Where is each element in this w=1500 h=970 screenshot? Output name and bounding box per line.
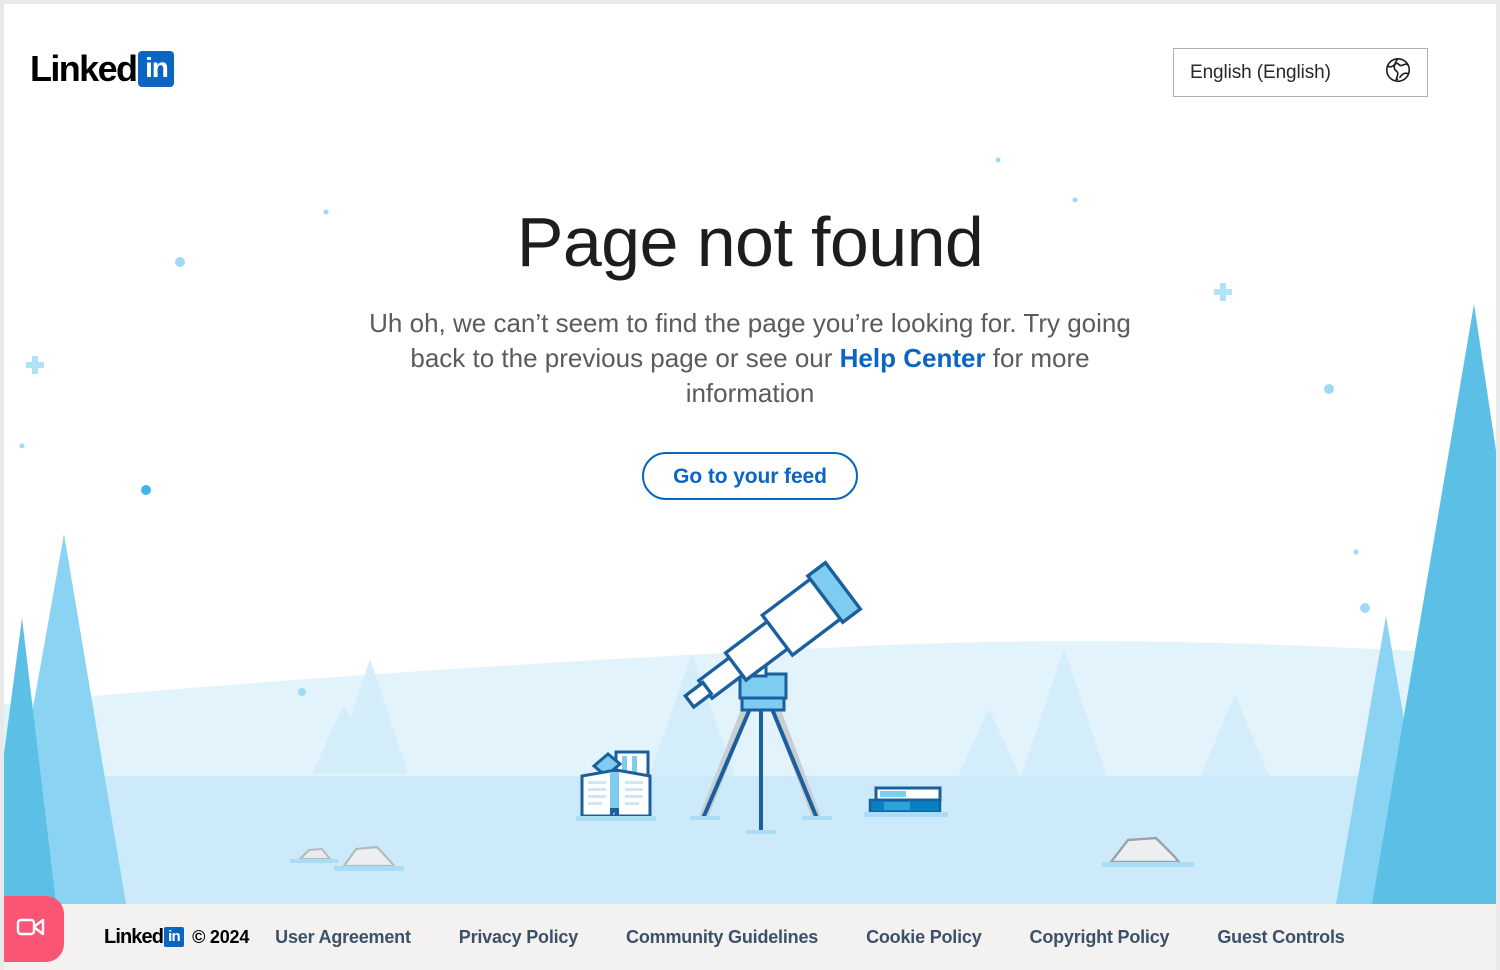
footer-link-user-agreement[interactable]: User Agreement — [275, 927, 411, 948]
video-camera-icon — [16, 915, 46, 944]
linkedin-wordmark: Linked — [30, 48, 138, 89]
footer-linkedin-in-badge: in — [164, 927, 185, 947]
footer-link-copyright-policy[interactable]: Copyright Policy — [1030, 927, 1170, 948]
footer-linkedin-wordmark: Linked — [104, 925, 164, 948]
linkedin-logo[interactable]: Linked in — [30, 48, 175, 90]
page-description: Uh oh, we can’t seem to find the page yo… — [350, 306, 1150, 411]
footer-linkedin-in-text: in — [168, 928, 181, 945]
language-selector-label: English (English) — [1190, 61, 1331, 83]
language-selector[interactable]: English (English) — [1173, 48, 1428, 97]
footer-link-cookie-policy[interactable]: Cookie Policy — [866, 927, 982, 948]
screen-recording-badge[interactable] — [4, 896, 64, 962]
page-title: Page not found — [516, 203, 984, 281]
page-root: Linked in English (English) Page not fou… — [4, 4, 1496, 970]
help-center-link[interactable]: Help Center — [840, 343, 986, 373]
page-header: Linked in English (English) — [4, 4, 1496, 126]
page-footer: Linked in © 2024 User Agreement Privacy … — [4, 904, 1496, 970]
go-to-feed-button[interactable]: Go to your feed — [642, 452, 858, 500]
footer-link-community-guidelines[interactable]: Community Guidelines — [626, 927, 818, 948]
linkedin-in-text: in — [145, 52, 169, 83]
footer-copyright: © 2024 — [192, 926, 250, 947]
footer-link-guest-controls[interactable]: Guest Controls — [1217, 927, 1344, 948]
footer-link-privacy-policy[interactable]: Privacy Policy — [459, 927, 578, 948]
globe-icon — [1383, 55, 1413, 90]
linkedin-in-badge: in — [138, 51, 175, 87]
footer-linkedin-logo[interactable]: Linked in © 2024 — [104, 926, 249, 949]
